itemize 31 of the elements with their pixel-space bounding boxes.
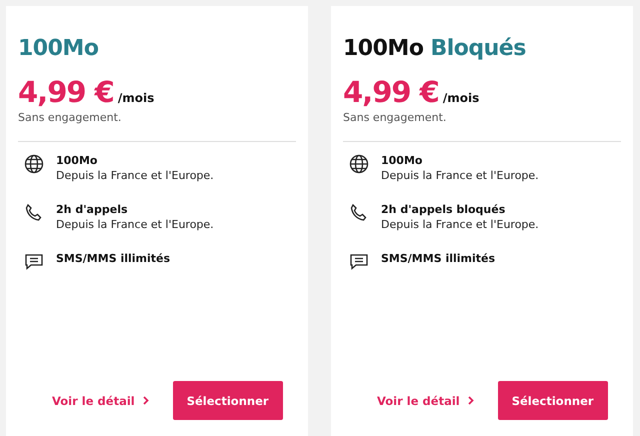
commitment-text: Sans engagement. [18,111,122,124]
details-link[interactable]: Voir le détail [377,394,474,408]
message-icon [349,252,369,272]
feature-detail: Depuis la France et l'Europe. [381,169,539,182]
feature-detail: Depuis la France et l'Europe. [56,218,214,231]
feature-title: 2h d'appels [56,203,129,216]
globe-icon [24,154,44,174]
chevron-icon [142,396,149,405]
feature-title: SMS/MMS illimités [381,252,496,265]
plan-title: 100Mo [18,36,98,61]
message-icon [24,252,44,272]
price: 4,99 € [343,75,439,109]
feature-detail: Depuis la France et l'Europe. [56,169,214,182]
select-button[interactable]: Sélectionner [172,381,283,420]
commitment-text: Sans engagement. [343,111,448,124]
chevron-icon [468,396,474,405]
feature-title: 2h d'appels bloqués [381,203,506,216]
feature-title: SMS/MMS illimités [56,252,170,265]
feature-detail: Depuis la France et l'Europe. [381,218,539,231]
select-button[interactable]: Sélectionner [498,381,608,420]
plan-title: Bloqués [430,36,526,61]
price: 4,99 € [18,75,114,109]
feature-title: 100Mo [381,154,424,167]
plan-title: 100Mo [343,36,424,61]
phone-icon [24,203,44,223]
price-period: /mois [118,91,154,105]
feature-title: 100Mo [56,154,98,167]
phone-icon [349,203,369,223]
details-link[interactable]: Voir le détail [52,394,149,408]
globe-icon [349,154,369,174]
price-period: /mois [442,91,480,105]
